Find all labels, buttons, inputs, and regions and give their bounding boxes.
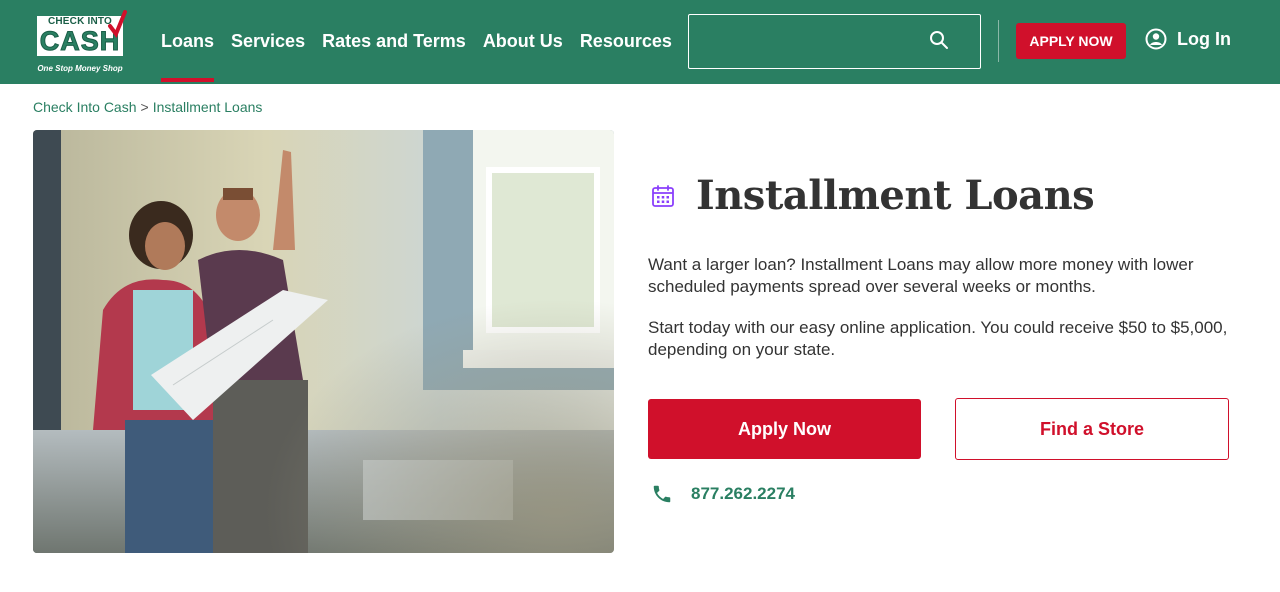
- nav-item-services[interactable]: Services: [231, 28, 305, 54]
- logo[interactable]: CHECK INTO CASH One Stop Money Shop: [31, 10, 129, 76]
- search-input[interactable]: [699, 25, 919, 59]
- login-link[interactable]: Log In: [1145, 26, 1231, 52]
- login-label: Log In: [1177, 28, 1231, 49]
- phone-number[interactable]: 877.262.2274: [691, 484, 795, 504]
- intro-paragraph: Want a larger loan? Installment Loans ma…: [648, 255, 1194, 296]
- apply-now-button[interactable]: Apply Now: [648, 399, 921, 459]
- main-nav: Loans Services Rates and Terms About Us …: [161, 28, 689, 82]
- site-header: CHECK INTO CASH One Stop Money Shop Loan…: [0, 0, 1280, 84]
- page-title: Installment Loans: [696, 172, 1095, 219]
- logo-tagline: One Stop Money Shop: [37, 64, 123, 73]
- logo-checkmark-icon: [108, 10, 127, 39]
- breadcrumb-separator: >: [140, 99, 149, 115]
- breadcrumb: Check Into Cash > Installment Loans: [33, 99, 262, 115]
- breadcrumb-home-link[interactable]: Check Into Cash: [33, 99, 137, 115]
- apply-now-header-button[interactable]: APPLY NOW: [1016, 23, 1126, 59]
- hero-image: [33, 130, 614, 553]
- search-icon[interactable]: [929, 30, 949, 50]
- phone-row[interactable]: 877.262.2274: [651, 483, 795, 505]
- find-a-store-button[interactable]: Find a Store: [955, 398, 1229, 460]
- nav-item-about-us[interactable]: About Us: [483, 28, 563, 54]
- nav-item-rates-and-terms[interactable]: Rates and Terms: [322, 28, 466, 54]
- calendar-icon: [652, 184, 674, 207]
- nav-item-loans[interactable]: Loans: [161, 28, 215, 82]
- nav-item-resources[interactable]: Resources: [580, 28, 672, 54]
- title-row: Installment Loans: [651, 172, 1095, 219]
- logo-box: CHECK INTO CASH One Stop Money Shop: [31, 10, 129, 76]
- breadcrumb-current[interactable]: Installment Loans: [153, 99, 263, 115]
- application-paragraph: Start today with our easy online applica…: [648, 318, 1228, 359]
- phone-icon: [653, 485, 671, 503]
- header-divider: [998, 20, 999, 62]
- user-circle-icon: [1145, 28, 1167, 50]
